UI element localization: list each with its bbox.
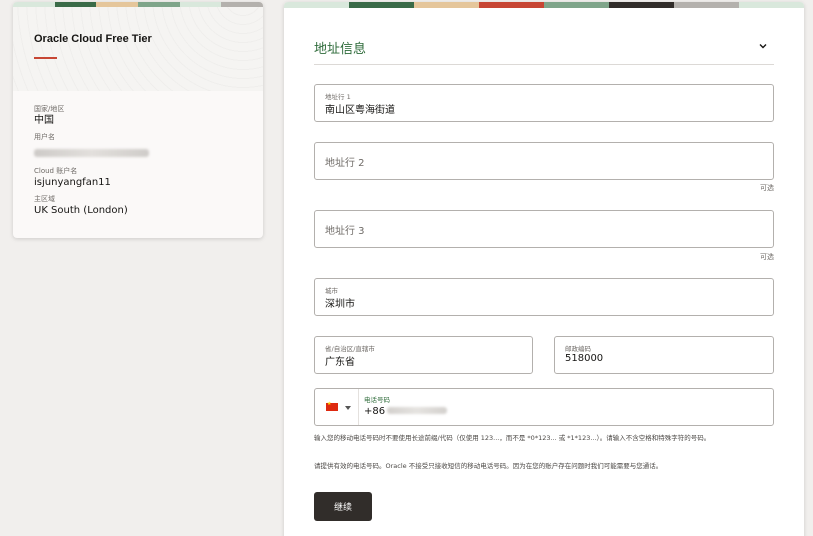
china-flag-icon	[326, 401, 338, 411]
address-form-card: 地址信息 地址行 1 南山区粤海街道 地址行 2 可选 地址行 3 可选 城市 …	[284, 2, 804, 536]
country-value: 中国	[34, 115, 54, 126]
section-title: 地址信息	[314, 42, 367, 57]
postal-code-value[interactable]: 518000	[565, 353, 603, 364]
address-line1-field[interactable]: 地址行 1 南山区粤海街道	[314, 84, 774, 122]
city-field[interactable]: 城市 深圳市	[314, 278, 774, 316]
phone-label: 电话号码	[364, 396, 390, 404]
postal-code-label: 邮政编码	[565, 345, 591, 353]
address-line3-field[interactable]: 地址行 3	[314, 210, 774, 248]
phone-help-text: 输入您的移动电话号码时不要使用长途前缀/代码（仅使用 123...，而不是 *0…	[314, 434, 711, 442]
province-value[interactable]: 广东省	[325, 353, 355, 368]
city-value[interactable]: 深圳市	[325, 295, 355, 310]
postal-code-field[interactable]: 邮政编码 518000	[554, 336, 774, 374]
phone-notice-text: 请提供有效的电话号码。Oracle 不接受只接收短信的移动电话号码。因为在您的账…	[314, 462, 663, 470]
address-line2-optional: 可选	[760, 184, 774, 192]
address-line2-field[interactable]: 地址行 2	[314, 142, 774, 180]
account-card-header: Oracle Cloud Free Tier	[13, 7, 263, 91]
cloud-account-label: Cloud 账户名	[34, 167, 78, 175]
decorative-stripe	[284, 2, 804, 8]
caret-down-icon	[345, 406, 351, 410]
chevron-down-icon[interactable]	[758, 41, 768, 51]
country-label: 国家/地区	[34, 105, 65, 113]
phone-number-redacted[interactable]	[387, 407, 447, 414]
username-info: 用户名	[34, 133, 243, 161]
address-line3-placeholder: 地址行 3	[325, 226, 365, 237]
account-card-title: Oracle Cloud Free Tier	[34, 33, 152, 45]
province-field[interactable]: 省/自治区/直辖市 广东省	[314, 336, 533, 374]
address-line1-value[interactable]: 南山区粤海街道	[325, 101, 395, 116]
address-line1-label: 地址行 1	[325, 93, 351, 101]
country-code-selector[interactable]	[315, 389, 359, 425]
phone-field[interactable]: 电话号码 +86	[314, 388, 774, 426]
username-label: 用户名	[34, 133, 55, 141]
cloud-account-value: isjunyangfan11	[34, 177, 111, 188]
home-region-label: 主区域	[34, 195, 55, 203]
address-line2-placeholder: 地址行 2	[325, 158, 365, 169]
address-line3-optional: 可选	[760, 253, 774, 261]
phone-prefix: +86	[364, 406, 386, 417]
country-info: 国家/地区 中国	[34, 105, 243, 127]
continue-button[interactable]: 继续	[314, 492, 372, 521]
username-redacted	[34, 149, 149, 157]
cloud-account-info: Cloud 账户名 isjunyangfan11	[34, 167, 243, 189]
title-underline	[34, 57, 57, 59]
province-label: 省/自治区/直辖市	[325, 345, 375, 353]
address-section-header[interactable]: 地址信息	[314, 38, 774, 65]
account-summary-card: Oracle Cloud Free Tier 国家/地区 中国 用户名 Clou…	[13, 2, 263, 238]
home-region-value: UK South (London)	[34, 205, 128, 216]
home-region-info: 主区域 UK South (London)	[34, 195, 243, 217]
city-label: 城市	[325, 287, 338, 295]
